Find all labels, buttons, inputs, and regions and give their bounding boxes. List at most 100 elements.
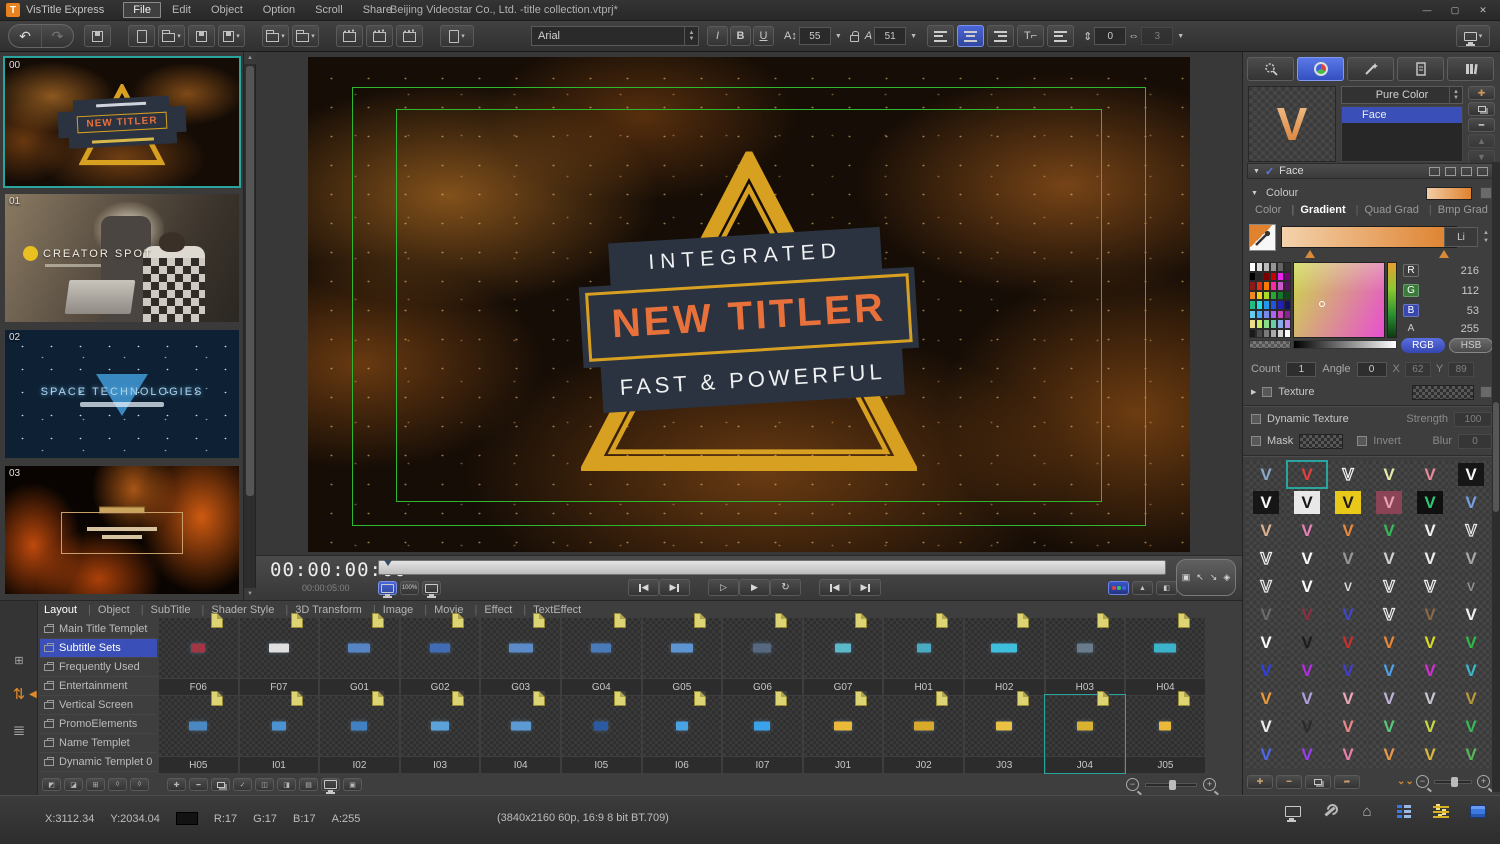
char-spacing-value[interactable]: 51 [874,27,907,45]
picker-point[interactable] [1319,301,1326,308]
palette-swatch[interactable] [1270,319,1277,329]
style-preset-cell[interactable]: V [1287,601,1327,628]
align-center-button[interactable] [957,25,985,47]
open-project-button[interactable]: ▾ [158,25,185,47]
style-preset-cell[interactable]: V [1410,713,1450,740]
export-button[interactable]: ▾ [292,25,319,47]
new-project-button[interactable] [128,25,155,47]
monitor-view-button[interactable] [378,581,397,596]
palette-swatch[interactable] [1277,271,1284,281]
palette-swatch[interactable] [1284,290,1291,300]
loop-playback-button[interactable]: ↻ [770,579,801,596]
split-view-button[interactable]: ◧ [1156,581,1177,595]
align-left-button[interactable] [927,25,955,47]
palette-swatch[interactable] [1270,281,1277,291]
style-preset-cell[interactable]: V [1410,657,1450,684]
palette-swatch[interactable] [1249,262,1256,272]
remove-layer-button[interactable]: ━ [1468,118,1495,132]
scroll-up-icon[interactable]: ▲ [244,52,256,64]
style-preset-cell[interactable]: V [1246,545,1286,572]
redo-button[interactable]: ↷ [41,25,73,47]
palette-swatch[interactable] [1263,281,1270,291]
palette-swatch[interactable] [1249,271,1256,281]
expand-triangle-icon[interactable]: ▶ [1251,388,1256,396]
texture-options-icon[interactable] [1480,386,1492,398]
fill-mode-tab[interactable]: Color [1253,204,1283,216]
palette-swatch[interactable] [1277,309,1284,319]
category-item[interactable]: Main Title Templet [40,620,157,639]
palette-swatch[interactable] [1284,271,1291,281]
palette-swatch[interactable] [1277,290,1284,300]
tab-select-tool[interactable] [1247,57,1294,81]
palette-swatch[interactable] [1277,262,1284,272]
palette-swatch[interactable] [1263,328,1270,338]
style-preset-cell[interactable]: V [1246,489,1286,516]
style-preset-cell[interactable]: V [1287,573,1327,600]
style-preset-cell[interactable]: V [1287,629,1327,656]
style-preset-cell[interactable]: V [1451,545,1491,572]
style-preset-cell[interactable]: V [1328,601,1368,628]
template-cell[interactable]: H02 [964,613,1045,695]
menu-item[interactable]: Edit [163,3,200,17]
fill-mode-tab[interactable]: Quad Grad [1348,204,1421,216]
style-preset-cell[interactable]: V [1246,741,1286,768]
palette-swatch[interactable] [1256,309,1263,319]
style-preset-cell[interactable]: V [1246,461,1286,488]
palette-swatch[interactable] [1249,300,1256,310]
fit-template-button[interactable]: ⊞ [86,778,105,791]
style-preset-cell[interactable]: V [1369,741,1409,768]
palette-swatch[interactable] [1249,281,1256,291]
menu-item[interactable]: Object [202,3,252,17]
gradient-editor-bar[interactable] [1281,226,1457,248]
palette-swatch[interactable] [1270,328,1277,338]
template-cell[interactable]: G02 [400,613,481,695]
expand-triangle-icon[interactable]: ▼ [1253,168,1260,175]
texture-swatch[interactable] [1412,384,1474,400]
template-cell[interactable]: H05 [158,691,239,773]
library-stack-icon[interactable] [1468,802,1488,820]
tab-color-style[interactable] [1297,57,1344,81]
zoom-in-icon[interactable]: + [1477,775,1490,788]
zoom-out-icon[interactable]: − [1126,778,1139,791]
palette-swatch[interactable] [1249,319,1256,329]
maximize-button[interactable]: ▢ [1444,3,1466,17]
palette-swatch[interactable] [1256,281,1263,291]
style-preset-cell[interactable]: V [1369,517,1409,544]
template-cell[interactable]: J05 [1125,691,1206,773]
library-tab[interactable]: Object [79,603,132,617]
collapse-panel-icon[interactable]: ◀ [29,689,37,700]
remove-preset-button[interactable]: ━ [1276,774,1302,789]
style-preset-cell[interactable]: V [1410,517,1450,544]
dropdown-arrow-icon[interactable]: ▼ [1177,33,1184,40]
style-preset-cell[interactable]: V [1287,489,1327,516]
move-down-button[interactable]: ◊ [130,778,149,791]
paste-style-button[interactable]: ◫ [255,778,274,791]
scrollbar-thumb[interactable] [1493,402,1499,512]
template-cell[interactable]: F07 [239,613,320,695]
apply-preset-button[interactable]: ➦ [1334,774,1360,789]
style-preset-cell[interactable]: V [1246,713,1286,740]
panel-icon[interactable] [1477,166,1488,176]
add-subtitle-button[interactable] [366,25,393,47]
style-preset-cell[interactable]: V [1328,461,1368,488]
palette-swatch[interactable] [1256,319,1263,329]
save-preset-button[interactable] [1305,774,1331,789]
duplicate-layer-button[interactable] [1468,102,1495,116]
style-preset-cell[interactable]: V [1410,685,1450,712]
kerning-value[interactable]: 3 [1141,27,1174,45]
layer-item[interactable]: Face [1342,107,1462,123]
palette-swatch[interactable] [1256,290,1263,300]
style-preset-cell[interactable]: V [1451,517,1491,544]
layer-down-button[interactable]: ▼ [1468,150,1495,164]
layers-icon[interactable]: ≣ [8,719,30,741]
panel-scrollbar[interactable] [1492,162,1500,792]
palette-swatch[interactable] [1249,290,1256,300]
template-cell[interactable]: I01 [239,691,320,773]
style-preset-cell[interactable]: V [1287,657,1327,684]
library-tab[interactable]: 3D Transform [276,603,364,617]
dropdown-arrow-icon[interactable]: ▼ [835,33,842,40]
style-preset-cell[interactable]: V [1286,460,1328,489]
style-preset-cell[interactable]: V [1451,685,1491,712]
font-family-select[interactable]: Arial ▲ ▼ [531,26,699,46]
zoom-level-button[interactable]: 100% [400,581,419,595]
